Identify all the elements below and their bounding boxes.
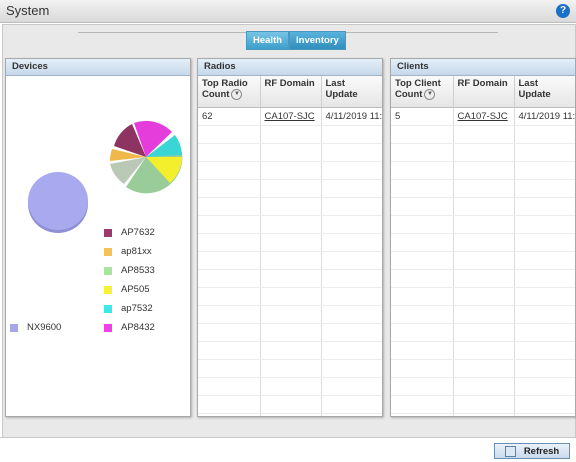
clients-panel: Clients Top Client Count ▼ RF Domain Last…: [390, 58, 576, 417]
empty-row: [391, 179, 575, 198]
rf-domain-link[interactable]: CA107-SJC: [453, 107, 515, 126]
clients-header-row: Top Client Count ▼ RF Domain Last Update: [391, 76, 575, 108]
empty-row: [198, 161, 382, 180]
sort-icon[interactable]: ▼: [231, 89, 243, 100]
refresh-button[interactable]: Refresh: [494, 443, 570, 459]
empty-row: [391, 161, 575, 180]
legend-label: ap7532: [121, 303, 153, 314]
legend-label: ap81xx: [121, 246, 152, 257]
radios-panel: Radios Top Radio Count ▼ RF Domain Last U…: [197, 58, 383, 417]
column-header-top-client-count[interactable]: Top Client Count ▼: [391, 76, 454, 108]
empty-row: [391, 323, 575, 342]
legend-label: AP8533: [121, 265, 155, 276]
legend-label: AP505: [121, 284, 150, 295]
empty-row: [391, 341, 575, 360]
table-cell-last-update: 4/11/2019 11:3: [321, 107, 382, 126]
legend-label: AP7632: [121, 227, 155, 238]
empty-row: [198, 215, 382, 234]
refresh-label: Refresh: [523, 445, 560, 457]
legend-swatch: [104, 304, 112, 313]
legend-item-ap8533: AP8533: [104, 265, 155, 276]
empty-row: [391, 359, 575, 378]
legend-item-ap505: AP505: [104, 284, 150, 295]
rf-domain-link[interactable]: CA107-SJC: [260, 107, 322, 126]
table-cell-count: 62: [198, 107, 261, 126]
tab-health[interactable]: Health: [246, 31, 290, 50]
refresh-icon: [504, 445, 516, 457]
table-cell-count: 5: [391, 107, 454, 126]
legend-item-ap8432: AP8432: [104, 322, 155, 333]
empty-row: [198, 305, 382, 324]
devices-charts: [28, 120, 183, 233]
empty-row: [391, 143, 575, 162]
empty-row: [391, 395, 575, 414]
column-header-last-update[interactable]: Last Update: [321, 76, 382, 108]
legend-label: NX9600: [27, 322, 62, 333]
table-row[interactable]: 62 CA107-SJC 4/11/2019 11:3: [198, 107, 382, 126]
empty-row: [198, 179, 382, 198]
legend-swatch: [10, 323, 18, 332]
devices-panel: Devices AP7632 ap81xx AP8533 AP505 ap753…: [5, 58, 191, 417]
empty-row: [198, 377, 382, 396]
title-bar: System ?: [0, 0, 576, 23]
footer-divider: [0, 437, 576, 438]
legend-swatch: [104, 323, 112, 332]
legend-item-ap7532: ap7532: [104, 303, 153, 314]
empty-row: [198, 125, 382, 144]
radios-title: Radios: [198, 59, 382, 76]
table-row[interactable]: 5 CA107-SJC 4/11/2019 11:3: [391, 107, 575, 126]
empty-row: [391, 215, 575, 234]
empty-row: [198, 359, 382, 378]
table-cell-last-update: 4/11/2019 11:3: [514, 107, 575, 126]
nx9600-pie-slice: [28, 172, 88, 230]
empty-row: [391, 269, 575, 288]
model-pie-chart: [109, 120, 183, 194]
column-header-last-update[interactable]: Last Update: [514, 76, 575, 108]
tab-bar: Health Inventory: [246, 31, 346, 50]
page-title: System: [6, 3, 50, 18]
nx9600-pie-chart: [28, 172, 88, 233]
clients-title: Clients: [391, 59, 575, 76]
column-header-rf-domain[interactable]: RF Domain: [260, 76, 322, 108]
devices-title: Devices: [6, 59, 190, 76]
empty-row: [391, 287, 575, 306]
legend-label: AP8432: [121, 322, 155, 333]
legend-item-nx9600: NX9600: [10, 322, 61, 333]
legend-swatch: [104, 266, 112, 275]
clients-table: Top Client Count ▼ RF Domain Last Update …: [391, 76, 575, 416]
empty-row: [391, 233, 575, 252]
empty-row: [391, 413, 575, 416]
empty-row: [198, 395, 382, 414]
help-icon[interactable]: ?: [556, 4, 570, 18]
sort-icon[interactable]: ▼: [424, 89, 436, 100]
radios-header-row: Top Radio Count ▼ RF Domain Last Update: [198, 76, 382, 108]
empty-row: [198, 413, 382, 416]
empty-row: [198, 341, 382, 360]
empty-row: [391, 305, 575, 324]
column-header-rf-domain[interactable]: RF Domain: [453, 76, 515, 108]
empty-row: [391, 377, 575, 396]
empty-row: [198, 251, 382, 270]
empty-row: [198, 287, 382, 306]
legend-swatch: [104, 285, 112, 294]
empty-row: [198, 197, 382, 216]
radios-table: Top Radio Count ▼ RF Domain Last Update 6…: [198, 76, 382, 416]
legend-swatch: [104, 228, 112, 237]
empty-row: [391, 251, 575, 270]
legend-item-ap81xx: ap81xx: [104, 246, 152, 257]
legend-swatch: [104, 247, 112, 256]
empty-row: [198, 269, 382, 288]
tab-inventory[interactable]: Inventory: [289, 31, 346, 50]
empty-row: [391, 125, 575, 144]
empty-row: [198, 233, 382, 252]
empty-row: [198, 323, 382, 342]
empty-row: [198, 143, 382, 162]
column-header-top-radio-count[interactable]: Top Radio Count ▼: [198, 76, 261, 108]
legend-item-ap7632: AP7632: [104, 227, 155, 238]
empty-row: [391, 197, 575, 216]
